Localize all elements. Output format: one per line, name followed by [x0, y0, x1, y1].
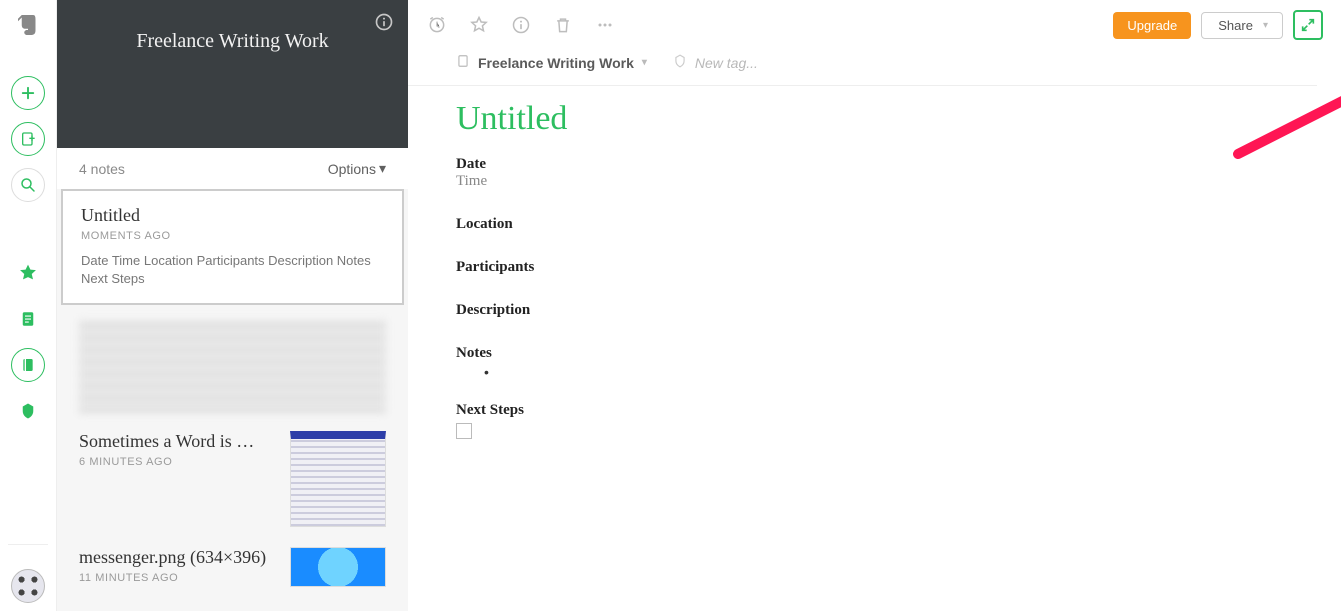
note-list-item[interactable]: Sometimes a Word is … 6 MINUTES AGO — [57, 421, 408, 537]
notebook-name: Freelance Writing Work — [478, 55, 634, 71]
chevron-down-icon: ▾ — [1263, 20, 1268, 31]
tag-icon — [673, 54, 687, 71]
note-thumbnail — [290, 431, 386, 527]
editor-meta-row: Freelance Writing Work ▾ New tag... — [408, 46, 1317, 86]
note-item-title: messenger.png (634×396) — [79, 547, 278, 568]
note-item-snippet: Date Time Location Participants Descript… — [81, 252, 384, 287]
share-label: Share — [1218, 18, 1253, 33]
note-body[interactable]: Untitled Date Time Location Participants… — [408, 86, 1341, 452]
note-title[interactable]: Untitled — [456, 100, 1293, 138]
share-button[interactable]: Share ▾ — [1201, 12, 1283, 39]
new-tag-input[interactable]: New tag... — [673, 54, 758, 71]
editor-panel: Upgrade Share ▾ Freelance Writing Work ▾… — [408, 0, 1341, 611]
note-info-icon[interactable] — [510, 14, 532, 36]
chevron-down-icon: ▾ — [642, 57, 647, 68]
options-label: Options — [328, 161, 376, 177]
tags-icon[interactable] — [11, 394, 45, 428]
evernote-logo-icon[interactable] — [11, 8, 45, 42]
field-time-label: Time — [456, 173, 1293, 190]
new-note-button[interactable] — [11, 76, 45, 110]
trash-icon[interactable] — [552, 14, 574, 36]
field-description-label: Description — [456, 302, 1293, 319]
shortcuts-star-icon[interactable] — [11, 256, 45, 290]
chevron-down-icon: ▾ — [379, 160, 386, 177]
notebook-title: Freelance Writing Work — [57, 0, 408, 53]
notebook-info-icon[interactable] — [374, 12, 394, 32]
shortcut-star-icon[interactable] — [468, 14, 490, 36]
left-rail — [0, 0, 57, 611]
notebook-header: Freelance Writing Work — [57, 0, 408, 148]
note-item-time: 11 MINUTES AGO — [79, 572, 278, 584]
search-button[interactable] — [11, 168, 45, 202]
account-avatar-icon[interactable] — [11, 569, 45, 603]
note-thumbnail — [290, 547, 386, 587]
redacted-note-preview — [79, 319, 386, 413]
list-subheader: 4 notes Options ▾ — [57, 148, 408, 189]
checkbox[interactable] — [456, 423, 472, 439]
reminder-icon[interactable] — [426, 14, 448, 36]
note-item-title: Untitled — [81, 205, 384, 226]
notebook-selector[interactable]: Freelance Writing Work ▾ — [456, 54, 647, 71]
notebook-icon — [456, 54, 470, 71]
upgrade-button[interactable]: Upgrade — [1113, 12, 1191, 39]
field-participants-label: Participants — [456, 259, 1293, 276]
editor-toolbar: Upgrade Share ▾ — [408, 0, 1341, 46]
field-next-steps-label: Next Steps — [456, 402, 1293, 419]
note-item-time: 6 MINUTES AGO — [79, 456, 278, 468]
note-item-title: Sometimes a Word is … — [79, 431, 278, 452]
field-date-label: Date — [456, 156, 1293, 173]
note-list-item[interactable]: Untitled MOMENTS AGO Date Time Location … — [61, 189, 404, 305]
new-from-template-button[interactable] — [11, 122, 45, 156]
note-item-time: MOMENTS AGO — [81, 230, 384, 242]
list-options-button[interactable]: Options ▾ — [328, 160, 386, 177]
new-tag-placeholder: New tag... — [695, 55, 758, 71]
bullet-item[interactable]: • — [484, 364, 1293, 380]
note-list-item[interactable]: messenger.png (634×396) 11 MINUTES AGO — [57, 537, 408, 604]
more-menu-icon[interactable] — [594, 14, 616, 36]
note-count-label: 4 notes — [79, 161, 125, 177]
expand-button[interactable] — [1293, 10, 1323, 40]
notebooks-icon[interactable] — [11, 348, 45, 382]
notes-icon[interactable] — [11, 302, 45, 336]
note-list-panel: Freelance Writing Work 4 notes Options ▾… — [57, 0, 408, 611]
field-location-label: Location — [456, 216, 1293, 233]
field-notes-label: Notes — [456, 345, 1293, 362]
